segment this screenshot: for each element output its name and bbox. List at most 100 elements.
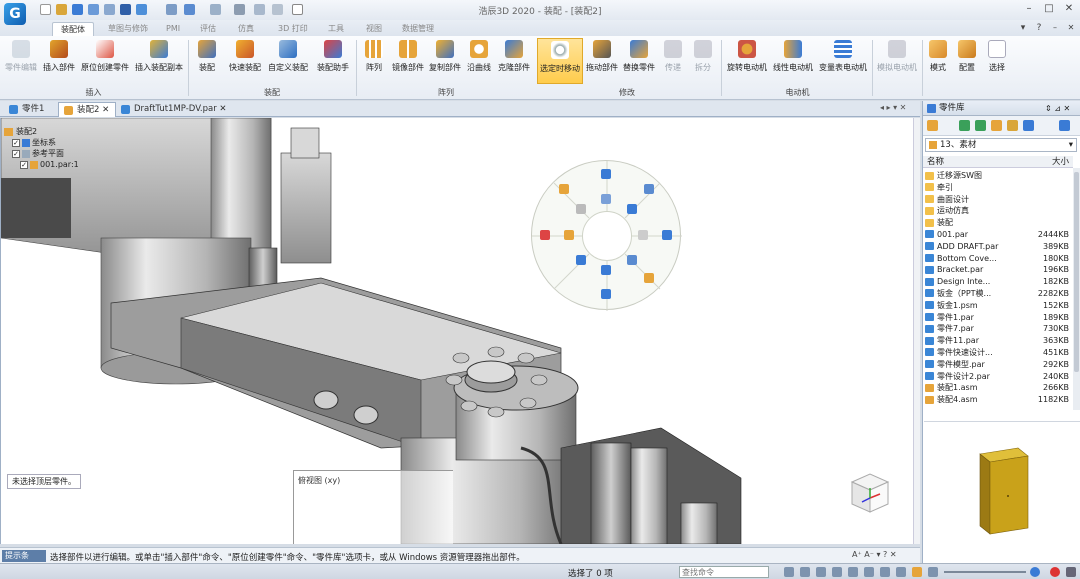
column-size[interactable]: 大小 xyxy=(1052,156,1069,168)
zoom-slider[interactable] xyxy=(944,571,1026,573)
list-item[interactable]: 001.par 2444KB xyxy=(925,229,1073,241)
list-item[interactable]: Design Inte... 182KB xyxy=(925,276,1073,288)
visibility-checkbox[interactable]: ✓ xyxy=(20,160,28,169)
zoom-area-icon[interactable] xyxy=(816,567,826,577)
print-icon[interactable] xyxy=(136,4,147,15)
list-item[interactable]: 零件设计2.par 240KB xyxy=(925,371,1073,383)
file-list-scrollbar[interactable] xyxy=(1073,168,1080,410)
drag-part-button[interactable]: 拖动部件 xyxy=(584,38,620,84)
view-mode-icon[interactable] xyxy=(1023,120,1034,131)
find-command-input[interactable] xyxy=(679,566,769,578)
tab-data-management[interactable]: 数据管理 xyxy=(394,22,442,36)
list-item[interactable]: 装配1.asm 266KB xyxy=(925,382,1073,394)
doc-tab-draft[interactable]: DraftTut1MP-DV.par ✕ xyxy=(116,102,233,117)
hide-icon[interactable] xyxy=(627,255,637,265)
fit-icon[interactable] xyxy=(800,567,810,577)
close-icon[interactable]: ✕ xyxy=(1062,2,1076,16)
forward-icon[interactable] xyxy=(975,120,986,131)
up-folder-icon[interactable] xyxy=(991,120,1002,131)
tree-root[interactable]: 装配2 xyxy=(4,126,124,137)
tab-scroll-arrows-icon[interactable]: ◂ ▸ ▾ ✕ xyxy=(880,103,906,112)
style-icon[interactable] xyxy=(912,567,922,577)
list-item[interactable]: ADD DRAFT.par 389KB xyxy=(925,241,1073,253)
stop-icon[interactable] xyxy=(1050,567,1060,577)
list-item[interactable]: 钣金（PPT模... 2282KB xyxy=(925,288,1073,300)
quick-assemble-button[interactable]: 快速装配 xyxy=(226,38,264,84)
list-item[interactable]: 零件1.par 189KB xyxy=(925,312,1073,324)
close-doc-icon[interactable]: ✕ xyxy=(1064,21,1078,35)
along-curve-button[interactable]: 沿曲线 xyxy=(464,38,494,84)
show-icon[interactable] xyxy=(576,255,586,265)
redo-icon[interactable] xyxy=(104,4,115,15)
mode-button[interactable]: 模式 xyxy=(926,38,950,84)
play-icon[interactable] xyxy=(601,265,611,275)
tab-assembly[interactable]: 装配体 xyxy=(52,22,94,36)
insert-assembly-copy-button[interactable]: 插入装配副本 xyxy=(133,38,185,84)
split-button[interactable]: 拆分 xyxy=(689,38,717,84)
save-icon[interactable] xyxy=(72,4,83,15)
rotary-motor-button[interactable]: 旋转电动机 xyxy=(725,38,769,84)
undo-icon[interactable] xyxy=(88,4,99,15)
tab-view[interactable]: 视图 xyxy=(358,22,390,36)
new-folder-icon[interactable] xyxy=(1007,120,1018,131)
measure-icon[interactable] xyxy=(234,4,245,15)
search-icon[interactable] xyxy=(1059,120,1070,131)
minimize-icon[interactable]: – xyxy=(1022,2,1036,16)
list-item[interactable]: 零件快速设计... 451KB xyxy=(925,347,1073,359)
options-icon[interactable] xyxy=(166,4,177,15)
back-icon[interactable] xyxy=(959,120,970,131)
new-file-icon[interactable] xyxy=(40,4,51,15)
list-item[interactable]: 零件11.par 363KB xyxy=(925,335,1073,347)
scrollbar-thumb[interactable] xyxy=(1074,172,1079,372)
view-orient-icon[interactable] xyxy=(880,567,890,577)
tab-tools[interactable]: 工具 xyxy=(320,22,352,36)
edit-part-button[interactable]: 零件编辑 xyxy=(2,38,40,84)
custom-assemble-button[interactable]: 自定义装配 xyxy=(266,38,310,84)
shade-icon[interactable] xyxy=(896,567,906,577)
zoom-icon[interactable] xyxy=(272,4,283,15)
arrow-icon[interactable] xyxy=(784,567,794,577)
list-item[interactable]: 零件7.par 730KB xyxy=(925,323,1073,335)
pan-icon[interactable] xyxy=(848,567,858,577)
list-item[interactable]: 装配 xyxy=(925,217,1073,229)
doc-tab-assembly2[interactable]: 装配2 ✕ xyxy=(58,102,117,117)
linear-motor-button[interactable]: 线性电动机 xyxy=(771,38,815,84)
list-item[interactable]: 零件模型.par 292KB xyxy=(925,359,1073,371)
configuration-button[interactable]: 配置 xyxy=(954,38,980,84)
insert-part-button[interactable]: 插入部件 xyxy=(41,38,77,84)
zoom-icon[interactable] xyxy=(832,567,842,577)
assembly-assistant-button[interactable]: 装配助手 xyxy=(314,38,352,84)
tree-item-part[interactable]: ✓ 001.par:1 xyxy=(4,159,124,170)
tab-pmi[interactable]: PMI xyxy=(158,22,188,36)
mirror-part-button[interactable]: 镜像部件 xyxy=(390,38,426,84)
list-item[interactable]: 运动仿真 xyxy=(925,205,1073,217)
visibility-checkbox[interactable]: ✓ xyxy=(12,138,20,147)
assemble-icon[interactable] xyxy=(564,230,574,240)
select-button[interactable]: 选择 xyxy=(984,38,1010,84)
list-item[interactable]: 曲面设计 xyxy=(925,194,1073,206)
folder-icon[interactable] xyxy=(927,120,938,131)
tab-evaluate[interactable]: 评估 xyxy=(192,22,224,36)
undo-arrow-icon[interactable] xyxy=(184,4,195,15)
doc-tab-part1[interactable]: 零件1 xyxy=(4,102,50,117)
section-icon[interactable] xyxy=(627,204,637,214)
3d-viewport[interactable]: 装配2 ✓ 坐标系 ✓ 参考平面 ✓ 001.par:1 未选择顶层零件。 俯视图 (… xyxy=(0,118,920,544)
cursor-icon[interactable] xyxy=(576,204,586,214)
folder-path-select[interactable]: 13、素材 ▾ xyxy=(925,138,1077,152)
move-on-select-button[interactable]: 选定时移动 xyxy=(537,38,583,84)
chevron-down-icon[interactable]: ▾ xyxy=(1016,21,1030,35)
rotate-icon[interactable] xyxy=(638,230,648,240)
display-icon[interactable] xyxy=(662,230,672,240)
open-folder-icon[interactable] xyxy=(56,4,67,15)
tab-3d-print[interactable]: 3D 打印 xyxy=(270,22,316,36)
properties-icon[interactable] xyxy=(601,289,611,299)
prompt-bar-controls-icon[interactable]: A⁺ A⁻ ▾ ? ✕ xyxy=(852,550,897,559)
list-item[interactable]: 迁移源SW图 xyxy=(925,170,1073,182)
app-logo-icon[interactable]: G xyxy=(4,3,26,25)
tab-simulation[interactable]: 仿真 xyxy=(230,22,262,36)
menu-icon[interactable] xyxy=(1066,567,1076,577)
pan-icon[interactable] xyxy=(601,194,611,204)
view-orient-icon[interactable] xyxy=(644,184,654,194)
clone-part-button[interactable]: 克隆部件 xyxy=(496,38,532,84)
panel-controls-icon[interactable]: ⇕ ⊿ ✕ xyxy=(1045,101,1070,116)
